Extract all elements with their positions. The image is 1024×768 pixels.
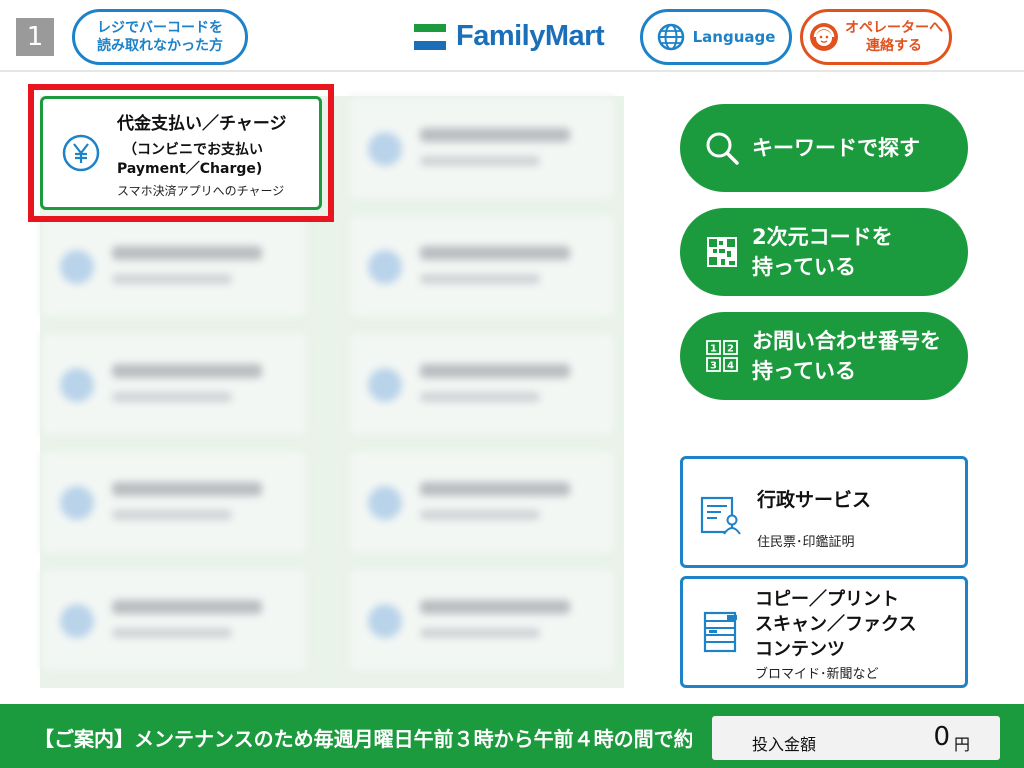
svg-text:2: 2 [727, 344, 734, 355]
copy-print-title-line1: コピー／プリント [755, 589, 899, 610]
inserted-amount-display: 投入金額 0 円 [712, 716, 1000, 760]
payment-note: スマホ決済アプリへのチャージ [117, 184, 285, 198]
barcode-help-line2: 読み取れなかった方 [97, 38, 223, 54]
qr-code-icon [707, 237, 737, 267]
inserted-amount-value: 0 [933, 722, 950, 752]
operator-contact-button[interactable]: オペレーターへ 連絡する [800, 9, 952, 65]
inserted-amount-unit: 円 [953, 735, 970, 754]
operator-icon [810, 23, 838, 51]
copy-print-title-line3: コンテンツ [755, 639, 845, 660]
blurred-menu-tile [40, 450, 308, 554]
header-bar: 1 レジでバーコードを 読み取れなかった方 FamilyMart Languag… [0, 0, 1024, 72]
inquiry-number-label-line1: お問い合わせ番号を [752, 329, 941, 353]
keyword-search-button[interactable]: キーワードで探す [680, 104, 968, 192]
inquiry-number-button[interactable]: 1 2 3 4 お問い合わせ番号を 持っている [680, 312, 968, 400]
announcement-ticker: 【ご案内】メンテナンスのため毎週月曜日午前３時から午前４時の間で約 [34, 727, 692, 751]
copier-icon [703, 611, 737, 653]
blurred-menu-tile [348, 96, 616, 200]
blurred-menu-tile [40, 332, 308, 436]
blurred-menu-tile [40, 214, 308, 318]
globe-icon [657, 23, 684, 51]
copy-print-title-line2: スキャン／ファクス [755, 614, 917, 635]
payment-title: 代金支払い／チャージ [117, 114, 287, 134]
svg-text:3: 3 [710, 361, 717, 372]
search-icon [706, 132, 739, 165]
footer-bar: 【ご案内】メンテナンスのため毎週月曜日午前３時から午前４時の間で約 投入金額 0… [0, 704, 1024, 768]
blurred-menu-tile [348, 450, 616, 554]
inserted-amount-label: 投入金額 [752, 735, 817, 754]
operator-line1: オペレーターへ [845, 20, 943, 36]
blurred-menu-tile [40, 568, 308, 672]
svg-text:1: 1 [710, 344, 717, 355]
copy-print-subtitle: ブロマイド･新聞など [755, 667, 879, 682]
barcode-help-button[interactable]: レジでバーコードを 読み取れなかった方 [72, 9, 248, 65]
government-services-title: 行政サービス [757, 489, 872, 511]
blurred-menu-tile [348, 568, 616, 672]
copy-print-button[interactable]: コピー／プリント スキャン／ファクス コンテンツ ブロマイド･新聞など [680, 576, 968, 688]
number-keypad-icon: 1 2 3 4 [706, 340, 738, 372]
svg-text:4: 4 [727, 361, 734, 372]
station-number: 1 [16, 18, 54, 56]
language-button[interactable]: Language [640, 9, 792, 65]
operator-line2: 連絡する [866, 38, 922, 54]
qr-code-label-line1: 2次元コードを [752, 225, 893, 249]
document-person-icon [700, 496, 741, 535]
language-label: Language [692, 28, 776, 46]
yen-icon [62, 134, 100, 172]
keyword-search-label: キーワードで探す [752, 136, 920, 160]
government-services-subtitle: 住民票･印鑑証明 [757, 535, 855, 550]
barcode-help-line1: レジでバーコードを [97, 20, 223, 36]
government-services-button[interactable]: 行政サービス 住民票･印鑑証明 [680, 456, 968, 568]
logo-text: FamilyMart [456, 20, 605, 52]
qr-code-button[interactable]: 2次元コードを 持っている [680, 208, 968, 296]
blurred-menu-tile [348, 214, 616, 318]
payment-subtitle-line1: （コンビニでお支払い [123, 142, 263, 158]
familymart-logo: FamilyMart [414, 20, 605, 53]
blurred-menu-tile [348, 332, 616, 436]
qr-code-label-line2: 持っている [752, 255, 856, 279]
payment-charge-button[interactable]: 代金支払い／チャージ （コンビニでお支払い Payment／Charge) スマ… [40, 96, 322, 210]
familymart-logo-mark [414, 23, 446, 50]
inquiry-number-label-line2: 持っている [752, 359, 856, 383]
payment-subtitle-line2: Payment／Charge) [117, 161, 263, 177]
